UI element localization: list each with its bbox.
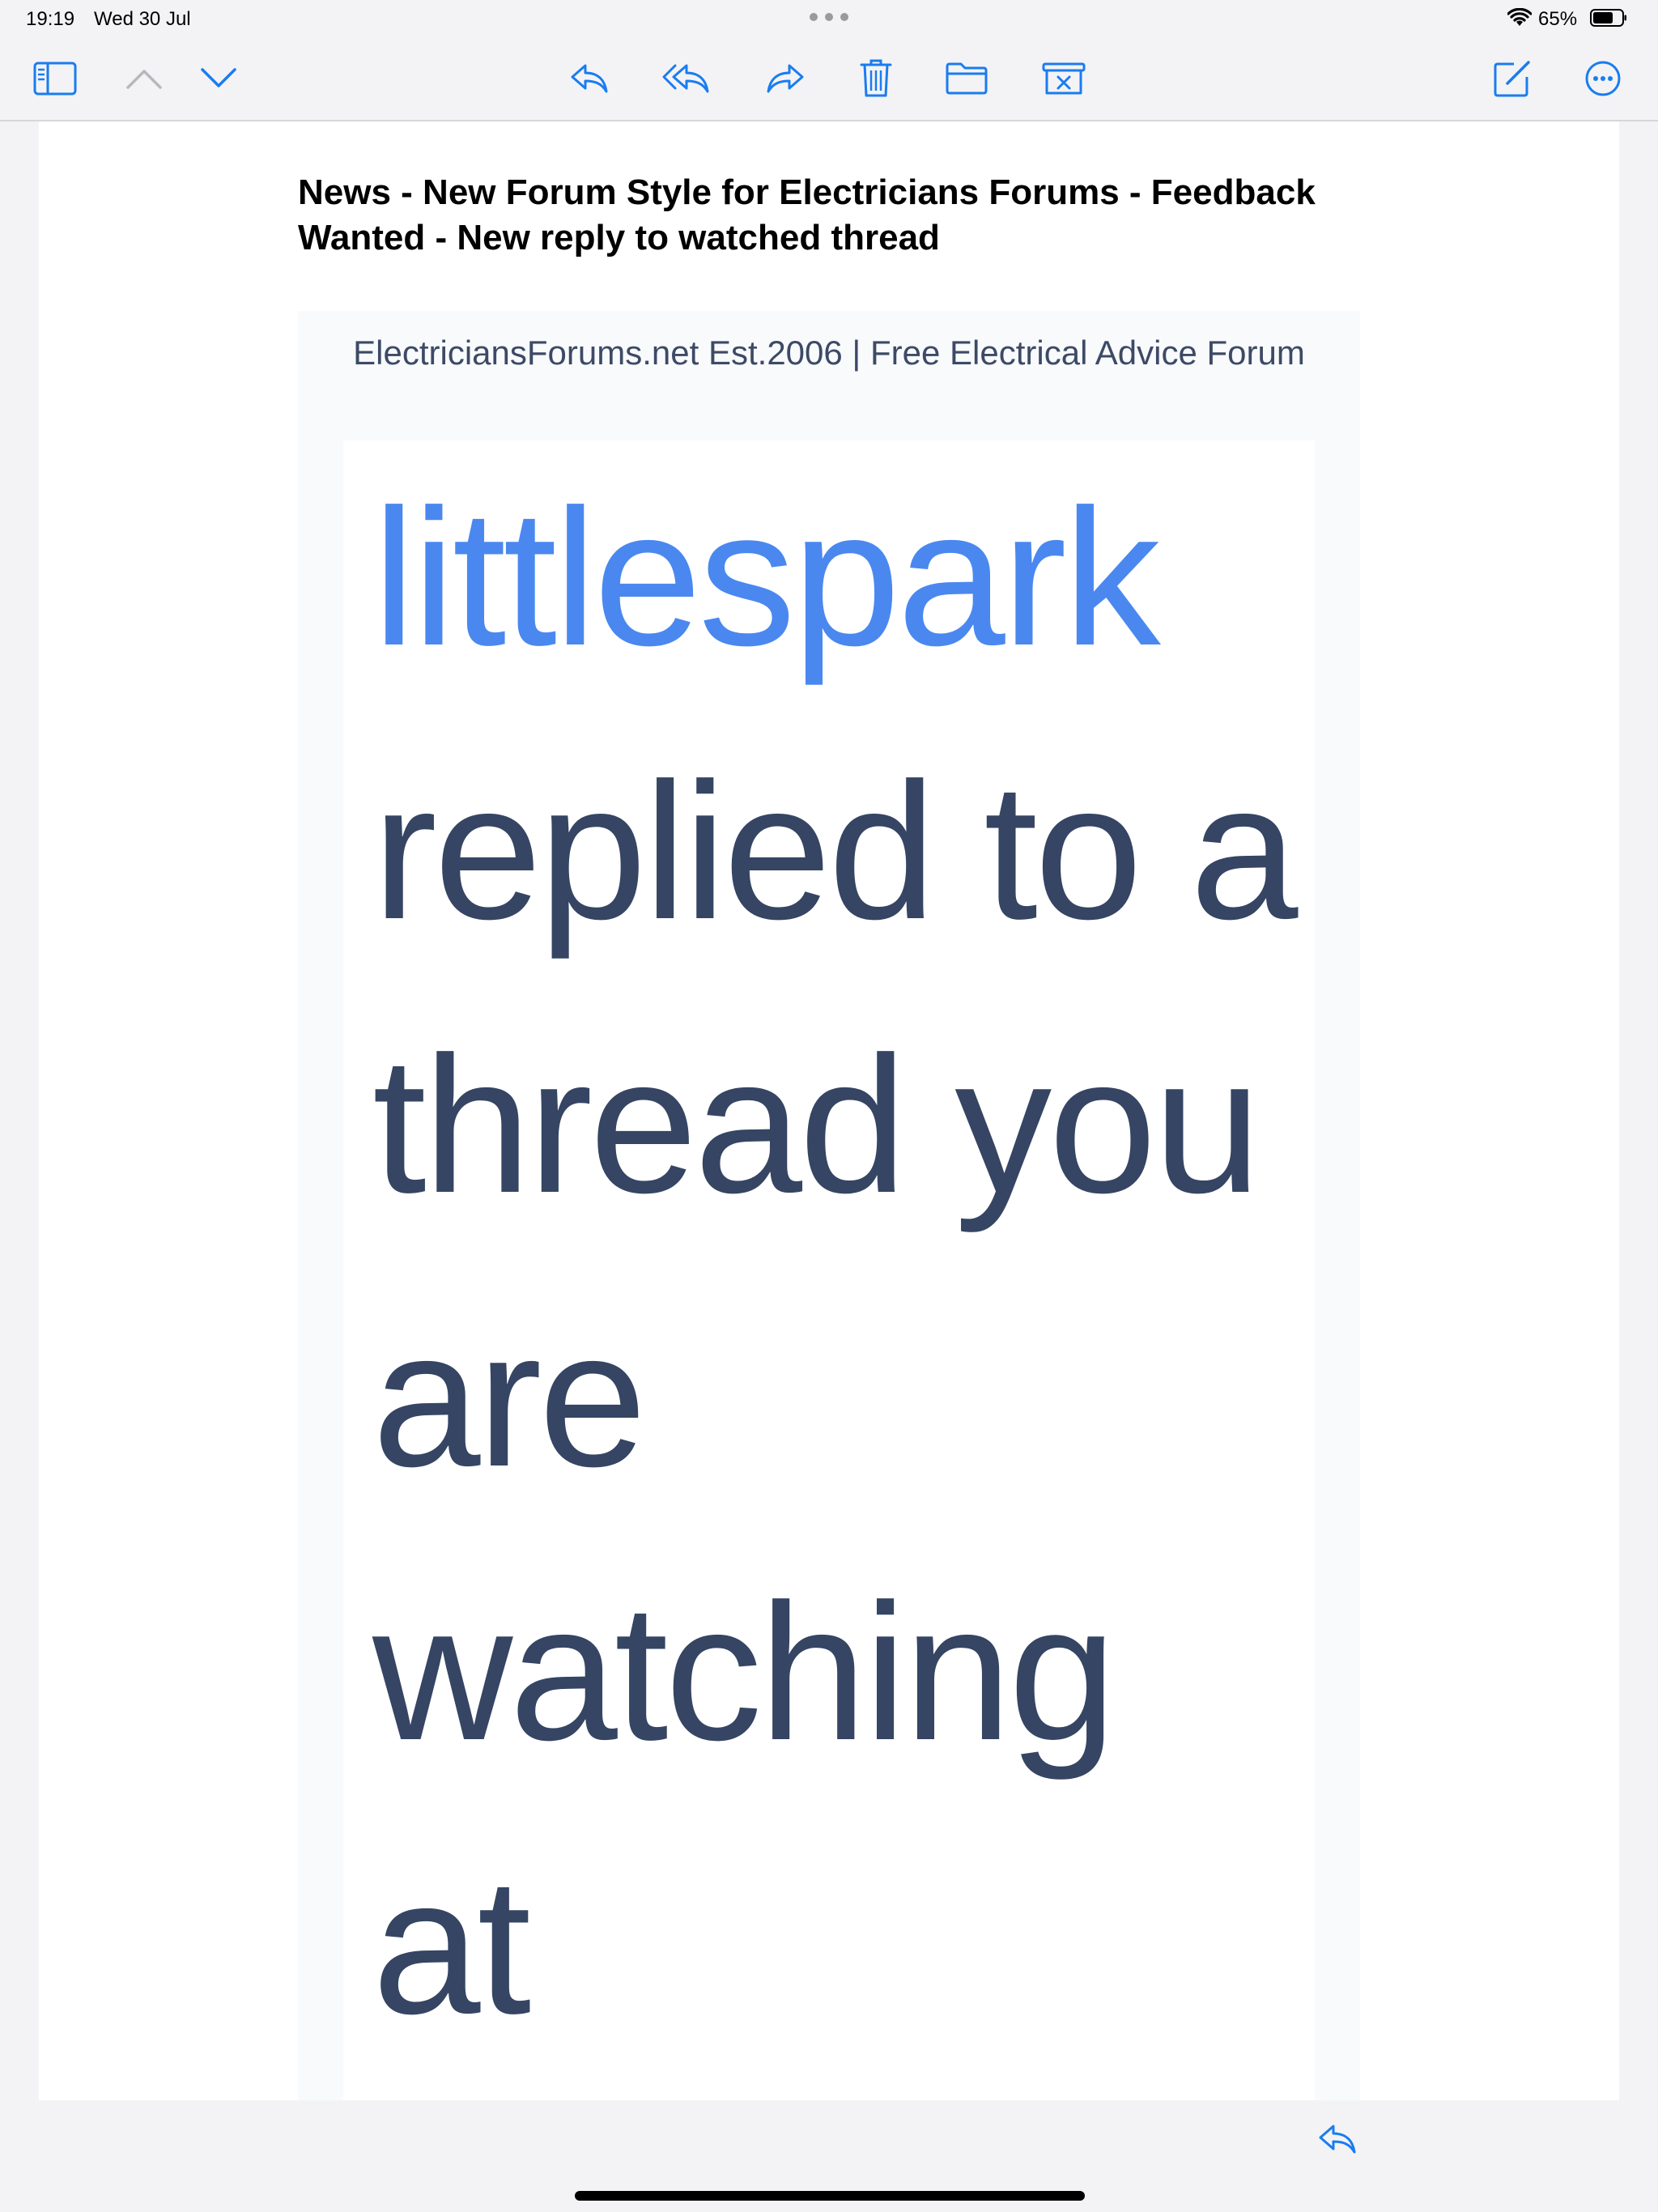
forward-icon [767, 64, 804, 93]
username-link[interactable]: littlespark [372, 469, 1161, 686]
notification-text: littlespark replied to a thread you are … [372, 440, 1303, 2082]
trash-button[interactable] [852, 55, 900, 102]
reply-icon [1319, 2125, 1356, 2154]
previous-message-button[interactable] [120, 55, 168, 102]
forward-button[interactable] [761, 55, 810, 102]
email-body: ElectriciansForums.net Est.2006 | Free E… [298, 311, 1360, 2100]
move-to-folder-button[interactable] [942, 55, 991, 102]
battery-icon [1590, 9, 1626, 27]
notification-card: littlespark replied to a thread you are … [343, 440, 1315, 2100]
wifi-icon [1507, 8, 1532, 26]
battery-percent: 65% [1538, 8, 1578, 30]
more-icon [1585, 61, 1621, 96]
message-view: News - New Forum Style for Electricians … [39, 121, 1619, 2100]
message-subject: News - New Forum Style for Electricians … [298, 172, 1316, 257]
status-time: 19:19 [26, 8, 75, 30]
junk-icon [1042, 62, 1086, 95]
forum-header[interactable]: ElectriciansForums.net Est.2006 | Free E… [298, 329, 1360, 377]
compose-icon [1494, 61, 1530, 97]
reply-button[interactable] [565, 55, 614, 102]
home-indicator[interactable] [575, 2191, 1085, 2201]
trash-icon [860, 59, 892, 97]
bottom-bar [0, 2100, 1658, 2212]
mail-toolbar [0, 37, 1658, 121]
next-message-button[interactable] [194, 55, 243, 102]
multitasking-dots-icon[interactable] [810, 11, 848, 23]
chevron-up-icon [126, 70, 162, 89]
chevron-down-icon [201, 68, 236, 87]
notification-message: replied to a thread you are watching at [372, 742, 1298, 2054]
junk-button[interactable] [1039, 55, 1088, 102]
status-date: Wed 30 Jul [94, 8, 191, 30]
reply-icon [571, 64, 608, 93]
more-button[interactable] [1579, 55, 1627, 102]
reply-all-icon [662, 64, 709, 93]
reply-all-button[interactable] [662, 55, 711, 102]
folder-icon [946, 62, 988, 95]
compose-button[interactable] [1488, 55, 1537, 102]
sidebar-toggle-button[interactable] [31, 55, 79, 102]
sidebar-icon [33, 62, 77, 96]
quick-reply-button[interactable] [1312, 2115, 1363, 2163]
status-bar: 19:19 Wed 30 Jul 65% [0, 0, 1658, 37]
